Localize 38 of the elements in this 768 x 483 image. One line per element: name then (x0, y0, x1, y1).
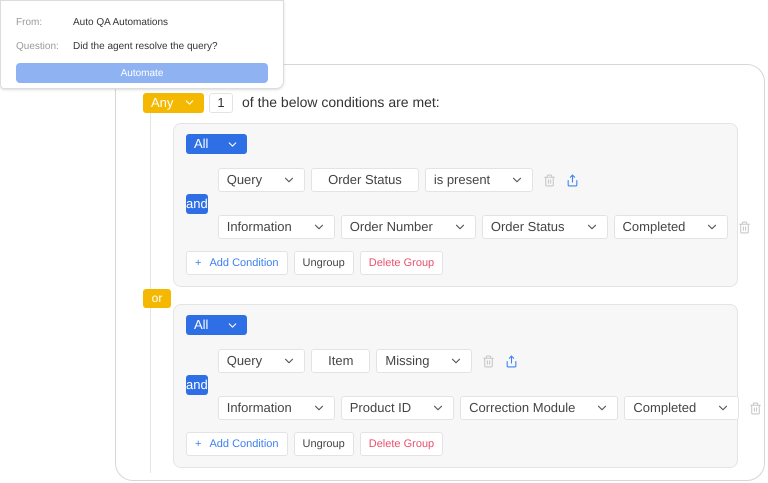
dropdown[interactable]: Query (218, 349, 306, 373)
dropdown[interactable]: Query (218, 168, 306, 192)
dropdown[interactable]: Completed (624, 396, 740, 420)
dropdown[interactable]: Product ID (340, 396, 454, 420)
share-icon[interactable] (566, 174, 580, 186)
ungroup-button[interactable]: Ungroup (294, 432, 354, 456)
ungroup-button[interactable]: Ungroup (294, 251, 354, 275)
from-label: From: (16, 16, 44, 30)
delete-group-button[interactable]: Delete Group (360, 432, 444, 456)
question-label: Question: (16, 40, 60, 54)
dropdown[interactable]: Order Status (482, 215, 608, 239)
plus-icon: + (195, 436, 202, 452)
delete-group-button[interactable]: Delete Group (360, 251, 444, 275)
trash-icon[interactable] (738, 220, 752, 234)
dropdown[interactable]: Missing (376, 349, 472, 373)
text-input[interactable]: Item (311, 349, 370, 373)
dropdown[interactable]: Completed (614, 215, 728, 239)
dropdown[interactable]: Information (218, 215, 335, 239)
dropdown[interactable]: is present (424, 168, 534, 192)
dropdown[interactable]: Information (218, 396, 335, 420)
match-dropdown[interactable]: All (186, 134, 247, 154)
condition-text: of the below conditions are met: (242, 93, 440, 112)
share-icon[interactable] (505, 354, 518, 368)
trash-icon[interactable] (749, 402, 762, 414)
match-dropdown[interactable]: All (186, 315, 247, 335)
count-input[interactable]: 1 (209, 92, 233, 112)
from-value: Auto QA Automations (73, 16, 168, 30)
dropdown[interactable]: Order Number (340, 215, 476, 239)
plus-icon: + (195, 254, 202, 272)
dropdown[interactable]: Correction Module (460, 396, 618, 420)
text-input[interactable]: Order Status (311, 168, 419, 192)
add-condition-button[interactable]: + Add Condition (186, 432, 288, 456)
joiner-toggle[interactable]: and (186, 374, 208, 394)
trash-icon[interactable] (543, 174, 556, 186)
add-condition-button[interactable]: + Add Condition (186, 251, 288, 275)
joiner-toggle[interactable]: and (186, 194, 208, 214)
question-value: Did the agent resolve the query? (73, 40, 218, 54)
trash-icon[interactable] (482, 354, 496, 368)
